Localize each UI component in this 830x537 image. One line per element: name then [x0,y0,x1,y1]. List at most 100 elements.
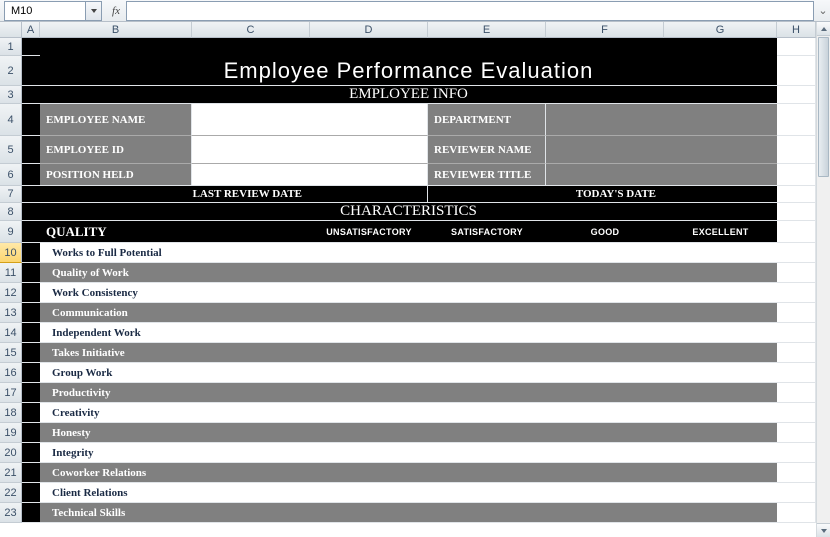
cell[interactable] [22,164,40,186]
cell[interactable] [22,203,40,221]
rating-cell[interactable] [546,403,664,423]
cell[interactable] [777,463,816,483]
col-header-d[interactable]: D [310,22,428,38]
cell[interactable] [777,383,816,403]
rating-cell[interactable] [546,383,664,403]
cell[interactable] [22,463,40,483]
rating-cell[interactable] [664,443,777,463]
cell[interactable] [777,203,816,221]
cell[interactable] [22,343,40,363]
rating-cell[interactable] [546,243,664,263]
row-header[interactable]: 17 [0,383,22,403]
rating-cell[interactable] [664,423,777,443]
cell[interactable] [22,323,40,343]
input-last-review-date[interactable] [310,186,428,203]
rating-cell[interactable] [546,343,664,363]
cell[interactable] [777,136,816,164]
rating-cell[interactable] [310,383,428,403]
rating-cell[interactable] [546,323,664,343]
cell[interactable] [22,86,40,104]
rating-cell[interactable] [546,483,664,503]
cell[interactable] [777,86,816,104]
input-department[interactable] [546,104,777,136]
rating-cell[interactable] [310,323,428,343]
row-header[interactable]: 14 [0,323,22,343]
col-header-c[interactable]: C [192,22,310,38]
rating-cell[interactable] [310,423,428,443]
row-header[interactable]: 9 [0,221,22,243]
rating-cell[interactable] [310,403,428,423]
rating-cell[interactable] [310,443,428,463]
rating-cell[interactable] [664,263,777,283]
row-header[interactable]: 19 [0,423,22,443]
cell[interactable] [22,186,40,203]
name-box-dropdown-icon[interactable] [85,2,101,20]
rating-cell[interactable] [428,423,546,443]
col-header-g[interactable]: G [664,22,777,38]
formula-input[interactable] [126,1,814,21]
row-header[interactable]: 4 [0,104,22,136]
cell[interactable] [22,503,40,523]
name-box[interactable]: M10 [4,1,102,21]
rating-cell[interactable] [664,343,777,363]
rating-cell[interactable] [310,483,428,503]
scroll-thumb[interactable] [818,37,829,177]
cell[interactable] [777,104,816,136]
col-header-a[interactable]: A [22,22,40,38]
cell[interactable] [777,283,816,303]
rating-cell[interactable] [546,503,664,523]
rating-cell[interactable] [428,243,546,263]
input-employee-id[interactable] [192,136,428,164]
row-header[interactable]: 18 [0,403,22,423]
cell[interactable] [777,483,816,503]
row-header[interactable]: 13 [0,303,22,323]
cell[interactable] [777,503,816,523]
scroll-up-icon[interactable] [817,22,830,36]
col-header-f[interactable]: F [546,22,664,38]
scroll-down-icon[interactable] [817,523,830,537]
fx-icon[interactable]: fx [106,5,126,17]
rating-cell[interactable] [664,383,777,403]
cell[interactable] [22,423,40,443]
row-header[interactable]: 15 [0,343,22,363]
rating-cell[interactable] [310,243,428,263]
rating-cell[interactable] [546,463,664,483]
rating-cell[interactable] [664,363,777,383]
input-todays-date[interactable] [664,186,777,203]
rating-cell[interactable] [546,303,664,323]
row-header[interactable]: 3 [0,86,22,104]
rating-cell[interactable] [664,503,777,523]
rating-cell[interactable] [310,263,428,283]
input-reviewer-title[interactable] [546,164,777,186]
rating-cell[interactable] [664,483,777,503]
rating-cell[interactable] [546,263,664,283]
rating-cell[interactable] [310,463,428,483]
rating-cell[interactable] [664,303,777,323]
row-header[interactable]: 12 [0,283,22,303]
rating-cell[interactable] [428,343,546,363]
cell[interactable] [777,443,816,463]
row-header[interactable]: 5 [0,136,22,164]
rating-cell[interactable] [428,303,546,323]
rating-cell[interactable] [664,463,777,483]
row-header[interactable]: 16 [0,363,22,383]
col-header-b[interactable]: B [40,22,192,38]
cell[interactable] [777,303,816,323]
rating-cell[interactable] [310,283,428,303]
row-header[interactable]: 7 [0,186,22,203]
row-header[interactable]: 20 [0,443,22,463]
row-header[interactable]: 2 [0,56,22,86]
cell[interactable] [22,243,40,263]
rating-cell[interactable] [428,263,546,283]
input-position-held[interactable] [192,164,428,186]
rating-cell[interactable] [428,483,546,503]
rating-cell[interactable] [428,403,546,423]
rating-cell[interactable] [428,503,546,523]
cell[interactable] [22,283,40,303]
select-all-corner[interactable] [0,22,22,38]
row-header[interactable]: 8 [0,203,22,221]
cell[interactable] [22,483,40,503]
vertical-scrollbar[interactable] [816,22,830,537]
rating-cell[interactable] [546,283,664,303]
cell[interactable] [777,243,816,263]
